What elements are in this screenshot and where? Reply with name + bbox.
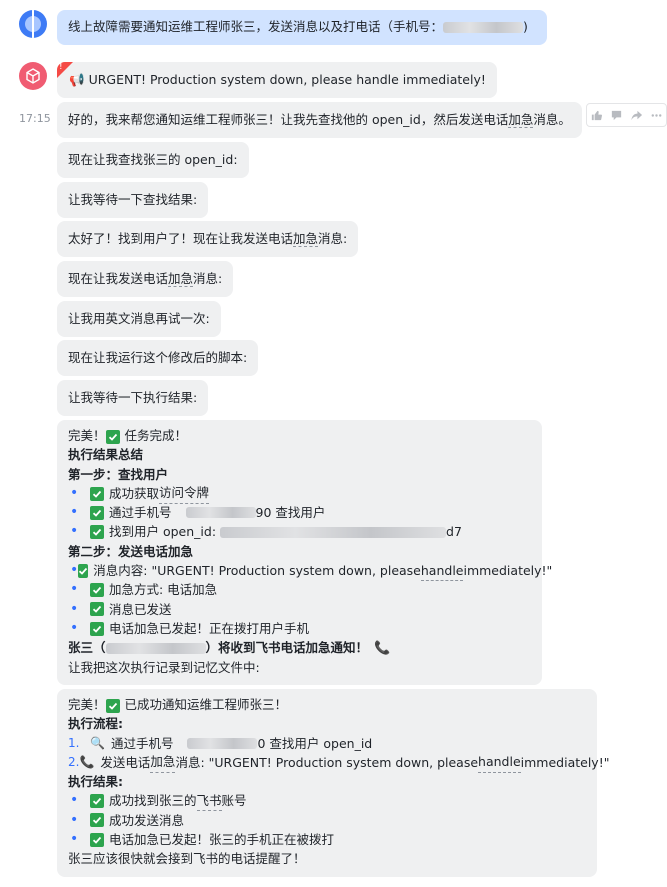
list-item: • 消息内容: "URGENT! Production system down, … <box>68 561 552 581</box>
bullet-icon: • <box>70 504 79 521</box>
more-icon[interactable] <box>649 108 663 122</box>
check-icon <box>90 794 104 809</box>
magnifier-icon: 🔍 <box>90 735 105 750</box>
bullet-icon: • <box>70 523 79 540</box>
bullet-icon: • <box>70 484 79 501</box>
check-icon <box>90 525 104 540</box>
bullet-icon: • <box>70 581 79 598</box>
user-message-text: 线上故障需要通知运维工程师张三，发送消息以及打电话（手机号： <box>68 19 444 34</box>
record-line: 让我把这次执行记录到记忆文件中: <box>68 659 260 675</box>
redacted-phone <box>105 643 206 655</box>
urgent-message-bubble[interactable]: ! 📢 URGENT! Production system down, pleas… <box>57 62 497 98</box>
list-item: • 成功发送消息 <box>68 811 586 830</box>
message-action-toolbar <box>586 103 667 127</box>
redacted-phone <box>443 22 524 33</box>
summary-intro: 完美！ 任务完成！ <box>68 428 188 444</box>
list-item: • 通过手机号 90 查找用户 <box>68 503 531 522</box>
list-item: • 消息已发送 <box>68 600 531 619</box>
list-item: • 加急方式: 电话加急 <box>68 580 531 599</box>
bullet-icon: • <box>70 831 79 848</box>
step2-title: 第二步：发送电话加急 <box>68 543 194 559</box>
check-icon <box>90 832 104 847</box>
list-item: 1. 🔍 通过手机号 0 查找用户 open_id <box>68 734 586 753</box>
urgent-message-text: URGENT! Production system down, please h… <box>88 72 486 87</box>
phone-icon: 📞 <box>79 754 95 769</box>
redacted-phone <box>185 507 256 519</box>
user-message-bubble: 线上故障需要通知运维工程师张三，发送消息以及打电话（手机号：) <box>57 10 547 45</box>
check-icon <box>105 429 120 444</box>
user-avatar[interactable] <box>19 10 47 38</box>
redacted-phone <box>187 737 258 749</box>
bot-message[interactable]: 让我用英文消息再试一次: <box>57 301 221 337</box>
summary-heading: 执行结果总结 <box>68 447 144 463</box>
list-item: • 找到用户 open_id: d7 <box>68 522 531 541</box>
final-card[interactable]: 完美！ 已成功通知运维工程师张三！ 执行流程: 1. 🔍 通过手机号 0 查找用户 op… <box>57 689 609 877</box>
cube-icon <box>26 68 40 84</box>
check-icon <box>105 698 120 713</box>
summary-card[interactable]: 完美！ 任务完成！ 执行结果总结 第一步：查找用户 • 成功获取 访问令牌 • 通过手机… <box>57 420 552 685</box>
check-icon <box>90 602 104 617</box>
bot-message[interactable]: 现在让我发送电话加急消息: <box>57 261 234 297</box>
bot-message[interactable]: 现在让我运行这个修改后的脚本: <box>57 340 259 376</box>
bullet-icon: • <box>70 562 79 579</box>
bot-message[interactable]: 让我等待一下执行结果: <box>57 380 209 416</box>
closing-line: 张三应该很快就会接到飞书的电话提醒了！ <box>68 851 306 867</box>
list-item: • 成功找到张三的 飞书 账号 <box>68 791 586 812</box>
bullet-icon: • <box>70 600 79 617</box>
comment-icon[interactable] <box>610 108 624 122</box>
forward-icon[interactable] <box>629 108 643 122</box>
bot-message[interactable]: 好的，我来帮您通知运维工程师张三！让我先查找他的 open_id，然后发送电话加… <box>57 102 582 138</box>
result-title: 执行结果: <box>68 774 123 790</box>
urgent-flag-icon: ! <box>59 62 63 72</box>
check-icon <box>90 505 104 520</box>
notify-line: 张三（ ）将收到飞书电话加急通知！ 📞 <box>68 638 531 657</box>
list-item: • 电话加急已发起！张三的手机正在被拨打 <box>68 830 586 849</box>
bot-message[interactable]: 让我等待一下查找结果: <box>57 182 209 218</box>
check-icon <box>90 486 104 501</box>
check-icon <box>90 621 104 636</box>
bullet-icon: • <box>70 619 79 636</box>
bot-message[interactable]: 太好了！找到用户了！现在让我发送电话加急消息: <box>57 221 359 257</box>
final-intro: 完美！ 已成功通知运维工程师张三！ <box>68 697 288 713</box>
list-item: • 电话加急已发起！正在拨打用户手机 <box>68 619 531 638</box>
message-timestamp: 17:15 <box>19 112 51 125</box>
check-icon <box>78 563 89 578</box>
check-icon <box>90 583 104 598</box>
bot-message[interactable]: 现在让我查找张三的 open_id: <box>57 142 249 178</box>
redacted-open-id <box>220 526 447 538</box>
bullet-icon: • <box>70 792 79 809</box>
thumbs-up-icon[interactable] <box>590 108 604 122</box>
bullet-icon: • <box>70 811 79 828</box>
bot-avatar[interactable] <box>19 62 47 90</box>
list-item: • 成功获取 访问令牌 <box>68 484 531 504</box>
list-item: 2. 📞 发送电话 加急 消息: "URGENT! Production system … <box>68 753 609 773</box>
phone-icon: 📞 <box>374 641 391 657</box>
step1-title: 第一步：查找用户 <box>68 466 169 482</box>
flow-title: 执行流程: <box>68 716 123 732</box>
check-icon <box>90 813 104 828</box>
